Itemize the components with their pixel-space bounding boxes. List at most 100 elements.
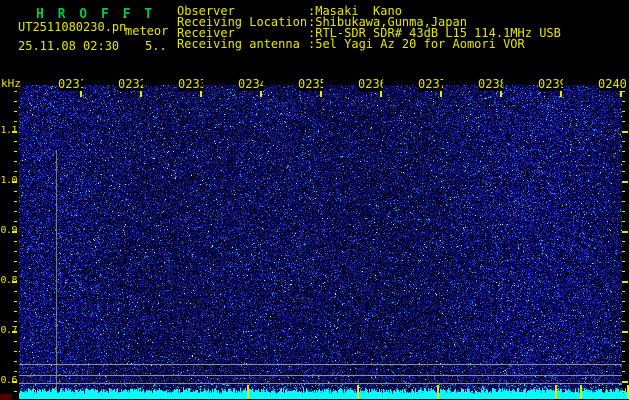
long-echo-trace <box>56 150 57 391</box>
tick-mark <box>622 381 628 383</box>
tick-mark <box>14 341 17 342</box>
tick-mark <box>620 91 622 97</box>
meteor-label: meteor <box>125 24 169 38</box>
tick-mark <box>140 91 142 97</box>
x-axis-time-label: 0235 <box>298 78 323 91</box>
tick-mark <box>14 211 17 212</box>
tick-mark <box>14 141 17 142</box>
tick-mark <box>622 291 625 292</box>
tick-mark <box>622 251 625 252</box>
tick-mark <box>380 91 382 97</box>
tick-mark <box>14 151 17 152</box>
tick-mark <box>80 91 82 97</box>
tick-mark <box>622 301 625 302</box>
tick-mark <box>622 371 625 372</box>
tick-mark <box>622 321 625 322</box>
tick-mark <box>622 211 625 212</box>
tick-mark <box>14 101 17 102</box>
tick-mark <box>622 91 625 92</box>
tick-mark <box>500 91 502 97</box>
tick-mark <box>14 291 17 292</box>
tick-mark <box>12 131 17 133</box>
echo-counter: 5.. <box>145 39 167 53</box>
tick-mark <box>622 391 625 392</box>
x-axis-time-label: 0231 <box>58 78 83 91</box>
hrofft-window: H R O F F T UT2511080230.pn ¨ meteor 25.… <box>0 0 629 400</box>
x-axis-time-label: 0234 <box>238 78 263 91</box>
tick-mark <box>12 181 17 183</box>
tick-mark <box>622 161 625 162</box>
tick-mark <box>622 141 625 142</box>
echo-marker <box>247 385 249 399</box>
tick-mark <box>622 181 628 183</box>
reference-line <box>19 364 622 365</box>
tick-mark <box>14 161 17 162</box>
tick-mark <box>560 91 562 97</box>
x-axis-time-label: 0237 <box>418 78 443 91</box>
echo-marker <box>555 385 557 399</box>
tick-mark <box>622 361 625 362</box>
tick-mark <box>12 331 17 333</box>
tick-mark <box>14 361 17 362</box>
echo-marker <box>437 385 439 399</box>
tick-mark <box>622 171 625 172</box>
x-axis-time-label: 0232 <box>118 78 143 91</box>
tick-mark <box>12 231 17 233</box>
echo-marker <box>580 385 582 399</box>
tick-mark <box>622 151 625 152</box>
tick-mark <box>12 381 17 383</box>
x-axis-time-label: 0238 <box>478 78 503 91</box>
tick-mark <box>14 111 17 112</box>
tick-mark <box>14 351 17 352</box>
y-axis-unit: kHz <box>1 77 21 90</box>
x-axis-time-label: 0236 <box>358 78 383 91</box>
tick-mark <box>14 121 17 122</box>
tick-mark <box>14 221 17 222</box>
tick-mark <box>622 131 628 133</box>
tick-mark <box>440 91 442 97</box>
tick-mark <box>14 371 17 372</box>
info-value: :5el Yagi Az 20 for Aomori VOR <box>308 37 525 51</box>
tick-mark <box>320 91 322 97</box>
tick-mark <box>622 331 628 333</box>
tick-mark <box>14 311 17 312</box>
tick-mark <box>622 111 625 112</box>
tick-mark <box>14 271 17 272</box>
tick-mark <box>14 171 17 172</box>
tick-mark <box>622 261 625 262</box>
output-filename: UT2511080230.pn <box>18 20 127 34</box>
reference-line <box>19 375 622 376</box>
x-axis-time-label: 0233 <box>178 78 203 91</box>
echo-marker <box>357 385 359 399</box>
bottom-left-level-patch <box>0 394 12 400</box>
tick-mark <box>14 91 17 92</box>
tick-mark <box>622 121 625 122</box>
tick-mark <box>200 91 202 97</box>
tick-mark <box>622 271 625 272</box>
x-axis-time-label: 0239 <box>538 78 563 91</box>
tick-mark <box>14 251 17 252</box>
tick-mark <box>260 91 262 97</box>
tick-mark <box>14 321 17 322</box>
tick-mark <box>14 201 17 202</box>
tick-mark <box>622 221 625 222</box>
tick-mark <box>12 281 17 283</box>
tick-mark <box>622 241 625 242</box>
tick-mark <box>622 231 628 233</box>
tick-mark <box>622 351 625 352</box>
tick-mark <box>622 191 625 192</box>
reference-line <box>19 383 622 384</box>
tick-mark <box>14 301 17 302</box>
x-axis-time-label: 0240 <box>598 78 629 91</box>
tick-mark <box>622 341 625 342</box>
info-label: Receiving antenna <box>177 37 300 51</box>
observation-datetime: 25.11.08 02:30 <box>18 39 120 53</box>
tick-mark <box>622 281 628 283</box>
tick-mark <box>14 391 17 392</box>
tick-mark <box>14 261 17 262</box>
tick-mark <box>622 311 625 312</box>
tick-mark <box>622 101 625 102</box>
tick-mark <box>622 201 625 202</box>
spectrogram-canvas <box>19 85 629 400</box>
tick-mark <box>14 241 17 242</box>
